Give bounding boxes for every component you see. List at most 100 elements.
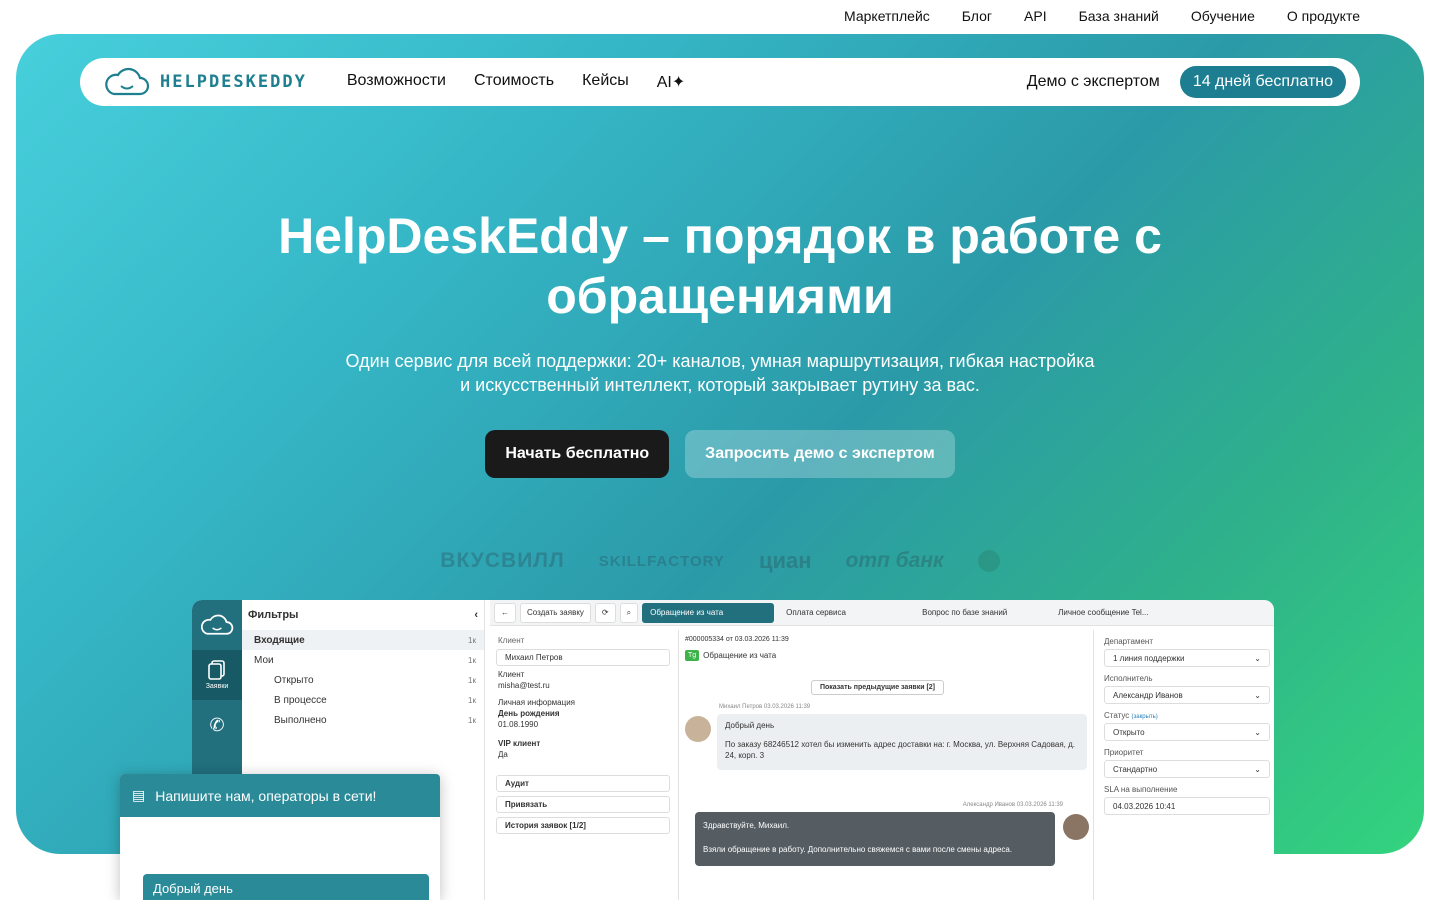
dept-select[interactable]: 1 линия поддержки ⌄: [1104, 649, 1270, 667]
nav-ai[interactable]: AI✦: [657, 72, 686, 92]
history-button[interactable]: История заявок [1/2]: [496, 817, 670, 834]
nav-pricing[interactable]: Стоимость: [474, 72, 554, 92]
personal-info[interactable]: Личная информация: [498, 698, 668, 707]
sla-label: SLA на выполнение: [1104, 785, 1178, 794]
client-label: Клиент: [498, 636, 525, 645]
top-link-blog[interactable]: Блог: [962, 8, 992, 24]
top-link-training[interactable]: Обучение: [1191, 8, 1255, 24]
ticket-source: Обращение из чата: [703, 651, 777, 660]
filter-mine[interactable]: Мои 1к: [242, 650, 484, 670]
status-value: Открыто: [1113, 727, 1145, 737]
client-sub: Клиент: [498, 670, 525, 679]
top-link-knowledge-base[interactable]: База знаний: [1079, 8, 1159, 24]
msg1-meta: Михаил Петров 03.03.2026 11:39: [719, 704, 811, 710]
main-nav: HELPDESKEDDY Возможности Стоимость Кейсы…: [80, 58, 1360, 106]
msg2-meta: Александр Иванов 03.03.2026 11:39: [962, 802, 1063, 808]
hero-buttons: Начать бесплатно Запросить демо с экспер…: [16, 430, 1424, 478]
vip-label: VIP клиент: [498, 739, 541, 748]
logo[interactable]: HELPDESKEDDY: [104, 67, 307, 97]
cloud-logo-icon: [105, 67, 150, 96]
app-cloud-icon: [192, 600, 242, 650]
properties-panel: Департамент 1 линия поддержки ⌄ Исполните…: [1096, 630, 1274, 900]
chat-badge-icon: Tg: [685, 650, 700, 661]
chat-widget-header[interactable]: ▤ Напишите нам, операторы в сети!: [120, 774, 440, 817]
ticket-number: #000005334 от 03.03.2026 11:39: [685, 636, 789, 643]
logo-text: HELPDESKEDDY: [160, 72, 307, 92]
link-button[interactable]: Привязать: [496, 796, 670, 813]
msg1-text: По заказу 68246512 хотел бы изменить адр…: [725, 740, 1075, 760]
audit-button[interactable]: Аудит: [496, 775, 670, 792]
client-panel: Клиент Михаил Петров Клиент misha@test.r…: [490, 630, 676, 900]
status-select[interactable]: Открыто ⌄: [1104, 723, 1270, 741]
partner-logos: ВКУСВИЛЛ SKILLFACTORY циан отп банк: [16, 548, 1424, 574]
demo-expert-link[interactable]: Демо с экспертом: [1027, 73, 1160, 91]
dept-value: 1 линия поддержки: [1113, 653, 1185, 663]
filter-count: 1к: [468, 675, 476, 685]
top-links: Маркетплейс Блог API База знаний Обучени…: [844, 8, 1360, 24]
chevron-down-icon: ⌄: [1254, 653, 1261, 663]
filter-open[interactable]: Открыто 1к: [242, 670, 484, 690]
tickets-nav-label: Заявки: [205, 683, 229, 690]
refresh-icon[interactable]: ⟳: [594, 602, 616, 623]
documents-icon: [208, 660, 225, 680]
phone-icon: ✆: [209, 714, 225, 735]
dept-label: Департамент: [1104, 637, 1153, 646]
vip-value: Да: [498, 750, 508, 759]
tab-telegram[interactable]: Личное сообщение Tel...: [1050, 603, 1182, 623]
prio-value: Стандартно: [1113, 764, 1158, 774]
filter-label: Открыто: [274, 674, 314, 686]
status-close-link[interactable]: (закрыть): [1132, 714, 1158, 720]
tab-chat-request[interactable]: Обращение из чата: [642, 602, 775, 623]
filter-done[interactable]: Выполнено 1к: [242, 710, 484, 730]
client-name-field[interactable]: Михаил Петров: [496, 649, 670, 666]
ticket-tabs: ← Создать заявку ⟳ ⌕ Обращение из чата О…: [490, 600, 1274, 626]
top-link-api[interactable]: API: [1024, 8, 1047, 24]
hero-title-line1: HelpDeskEddy – порядок в работе с: [278, 208, 1162, 264]
nav-ai-label: AI: [656, 74, 672, 91]
sparkle-icon: ✦: [671, 74, 686, 91]
back-button[interactable]: ←: [494, 602, 516, 623]
chevron-down-icon: ⌄: [1254, 690, 1261, 700]
start-free-button[interactable]: Начать бесплатно: [485, 430, 670, 478]
nav-right: Демо с экспертом 14 дней бесплатно: [1027, 66, 1346, 98]
filter-label: Выполнено: [274, 714, 327, 726]
status-label: Статус: [1104, 711, 1130, 720]
filter-label: В процессе: [274, 694, 327, 706]
tab-payment[interactable]: Оплата сервиса: [778, 603, 910, 623]
birthday-label: День рождения: [498, 709, 560, 718]
filter-count: 1к: [468, 715, 476, 725]
nav-cases[interactable]: Кейсы: [582, 72, 629, 92]
filter-inbox[interactable]: Входящие 1к: [242, 630, 484, 650]
partner-logo-vkusvill: ВКУСВИЛЛ: [440, 549, 565, 572]
phone-nav[interactable]: ✆: [192, 700, 242, 750]
chat-widget-message: Добрый день: [143, 874, 429, 900]
filter-count: 1к: [468, 635, 476, 645]
partner-logo-otpbank: отп банк: [845, 549, 944, 572]
top-link-marketplace[interactable]: Маркетплейс: [844, 8, 930, 24]
operator-avatar: [1063, 814, 1089, 840]
hero-subtitle: Один сервис для всей поддержки: 20+ кана…: [16, 349, 1424, 397]
filter-in-progress[interactable]: В процессе 1к: [242, 690, 484, 710]
top-link-about[interactable]: О продукте: [1287, 8, 1360, 24]
nav-features[interactable]: Возможности: [347, 72, 446, 92]
sla-value: 04.03.2026 10:41: [1113, 801, 1176, 811]
chat-widget: ▤ Напишите нам, операторы в сети! Добрый…: [120, 774, 440, 900]
free-trial-button[interactable]: 14 дней бесплатно: [1179, 66, 1346, 98]
exec-select[interactable]: Александр Иванов ⌄: [1104, 686, 1270, 704]
hero-subtitle-line2: и искусственный интеллект, который закры…: [460, 375, 980, 395]
tickets-nav[interactable]: Заявки: [192, 650, 242, 700]
prio-select[interactable]: Стандартно ⌄: [1104, 760, 1270, 778]
sla-field[interactable]: 04.03.2026 10:41: [1104, 797, 1270, 815]
client-message: Добрый день По заказу 68246512 хотел бы …: [717, 714, 1087, 770]
collapse-chevron-icon[interactable]: ‹: [474, 609, 478, 621]
create-ticket-button[interactable]: Создать заявку: [520, 602, 591, 623]
hero-title-line2: обращениями: [546, 268, 894, 324]
filter-label: Мои: [254, 654, 274, 666]
show-previous-button[interactable]: Показать предыдущие заявки [2]: [811, 680, 945, 695]
prio-label: Приоритет: [1104, 748, 1144, 757]
chat-bubble-icon: ▤: [132, 787, 146, 803]
tab-kb-question[interactable]: Вопрос по базе знаний: [914, 603, 1046, 623]
search-icon[interactable]: ⌕: [619, 602, 639, 623]
exec-value: Александр Иванов: [1113, 690, 1183, 700]
request-demo-button[interactable]: Запросить демо с экспертом: [685, 430, 955, 478]
